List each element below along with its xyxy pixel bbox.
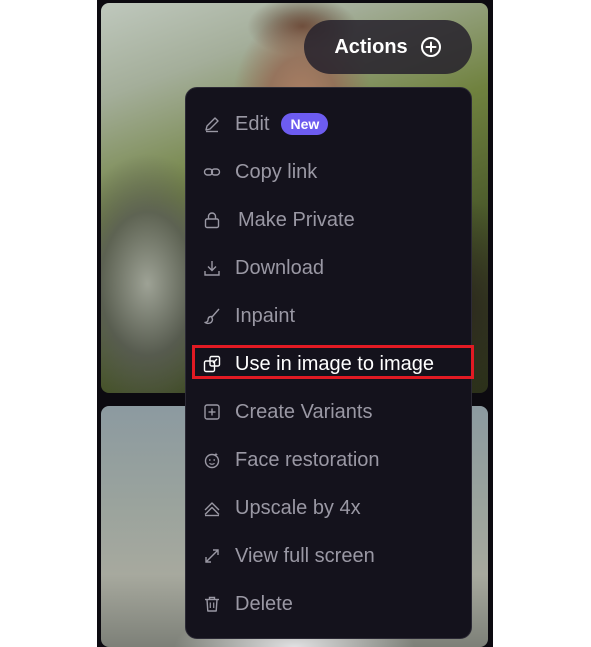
image-to-image-icon [203,355,221,373]
menu-item-label: View full screen [235,544,375,567]
menu-item-label: Make Private [238,208,355,231]
plus-square-icon [203,403,221,421]
menu-item-download[interactable]: Download [186,244,471,292]
actions-menu: Edit New Copy link Make Private Download [185,87,474,639]
menu-item-copy-link[interactable]: Copy link [186,148,471,196]
lock-icon [203,211,221,229]
menu-item-label: Copy link [235,160,318,183]
menu-item-make-private[interactable]: Make Private [186,196,471,244]
menu-item-label: Edit [235,112,270,135]
menu-item-label: Face restoration [235,448,380,471]
actions-label: Actions [334,35,408,58]
download-icon [203,259,221,277]
menu-item-create-variants[interactable]: Create Variants [186,388,471,436]
menu-item-edit[interactable]: Edit New [186,100,471,148]
actions-button[interactable]: Actions [304,20,472,74]
menu-item-view-full-screen[interactable]: View full screen [186,532,471,580]
brush-icon [203,307,221,325]
pencil-icon [203,115,221,133]
new-badge: New [281,113,329,135]
menu-item-face-restoration[interactable]: Face restoration [186,436,471,484]
link-icon [203,163,221,181]
menu-item-use-in-image-to-image[interactable]: Use in image to image [186,340,474,388]
expand-icon [203,547,221,565]
menu-item-label: Delete [235,592,293,615]
menu-item-label: Inpaint [235,304,296,327]
menu-item-label: Upscale by 4x [235,496,361,519]
menu-item-label: Create Variants [235,400,373,423]
menu-item-inpaint[interactable]: Inpaint [186,292,471,340]
plus-circle-icon [420,36,442,58]
face-restore-icon [203,451,221,469]
menu-item-label: Download [235,256,324,279]
menu-item-delete[interactable]: Delete [186,580,471,628]
trash-icon [203,595,221,613]
upscale-icon [203,499,221,517]
menu-item-upscale[interactable]: Upscale by 4x [186,484,471,532]
menu-item-label: Use in image to image [235,352,434,375]
screenshot-stage: Actions Edit New Copy link Make Private … [0,0,591,647]
